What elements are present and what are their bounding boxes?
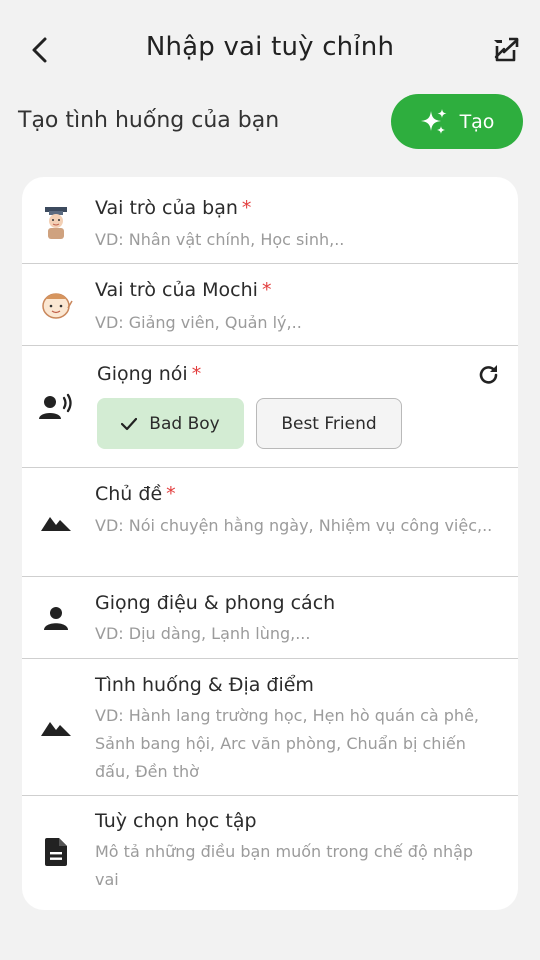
sparkles-icon: [420, 108, 447, 134]
your-role-field[interactable]: Vai trò của bạn * VD: Nhân vật chính, Học…: [22, 177, 518, 264]
checkmark-icon: [121, 417, 138, 430]
voice-field: Giọng nói * Bad Boy Best Friend: [22, 346, 518, 468]
tone-field[interactable]: Giọng điệu & phong cách VD: Dịu dàng, Lạ…: [22, 577, 518, 659]
external-link-icon: [494, 37, 519, 62]
mountain-icon: [36, 502, 76, 542]
learning-options-placeholder: Mô tả những điều bạn muốn trong chế độ n…: [95, 842, 474, 889]
topic-field[interactable]: Chủ đề * VD: Nói chuyện hằng ngày, Nhiệm …: [22, 468, 518, 577]
your-role-placeholder: VD: Nhân vật chính, Học sinh,..: [95, 230, 345, 249]
learning-options-field[interactable]: Tuỳ chọn học tập Mô tả những điều bạn mu…: [22, 796, 518, 910]
mochi-role-title: Vai trò của Mochi *: [95, 279, 272, 301]
create-button-label: Tạo: [459, 110, 495, 133]
tone-placeholder: VD: Dịu dàng, Lạnh lùng,...: [95, 624, 311, 643]
your-role-title: Vai trò của bạn *: [95, 197, 252, 219]
voice-option-best-friend[interactable]: Best Friend: [256, 398, 402, 449]
situation-placeholder: VD: Hành lang trường học, Hẹn hò quán cà…: [95, 706, 479, 781]
voice-title: Giọng nói *: [97, 363, 202, 385]
mountain-icon: [36, 707, 76, 747]
speaker-person-icon: [36, 387, 76, 427]
mochi-avatar-icon: [36, 284, 76, 324]
person-icon: [36, 598, 76, 638]
situation-title: Tình huống & Địa điểm: [95, 674, 314, 696]
learning-options-title: Tuỳ chọn học tập: [95, 810, 257, 832]
tone-title: Giọng điệu & phong cách: [95, 592, 336, 614]
mochi-role-placeholder: VD: Giảng viên, Quản lý,..: [95, 313, 302, 332]
voice-option-label: Bad Boy: [149, 413, 220, 434]
document-icon: [36, 832, 76, 872]
topic-title: Chủ đề *: [95, 483, 176, 505]
create-button[interactable]: Tạo: [391, 94, 523, 149]
refresh-voice-button[interactable]: [474, 360, 504, 390]
app-bar: Nhập vai tuỳ chỉnh: [0, 0, 540, 100]
refresh-icon: [479, 365, 498, 384]
section-title: Tạo tình huống của bạn: [18, 108, 280, 133]
topic-placeholder: VD: Nói chuyện hằng ngày, Nhiệm vụ công …: [95, 516, 493, 535]
student-avatar-icon: [36, 201, 76, 241]
external-link-button[interactable]: [490, 34, 522, 66]
situation-field[interactable]: Tình huống & Địa điểm VD: Hành lang trườ…: [22, 659, 518, 796]
page-title: Nhập vai tuỳ chỉnh: [145, 32, 395, 62]
voice-option-label: Best Friend: [281, 413, 377, 434]
mochi-role-field[interactable]: Vai trò của Mochi * VD: Giảng viên, Quản …: [22, 264, 518, 346]
voice-option-bad-boy[interactable]: Bad Boy: [97, 398, 244, 449]
form-card: Vai trò của bạn * VD: Nhân vật chính, Học…: [22, 177, 518, 910]
